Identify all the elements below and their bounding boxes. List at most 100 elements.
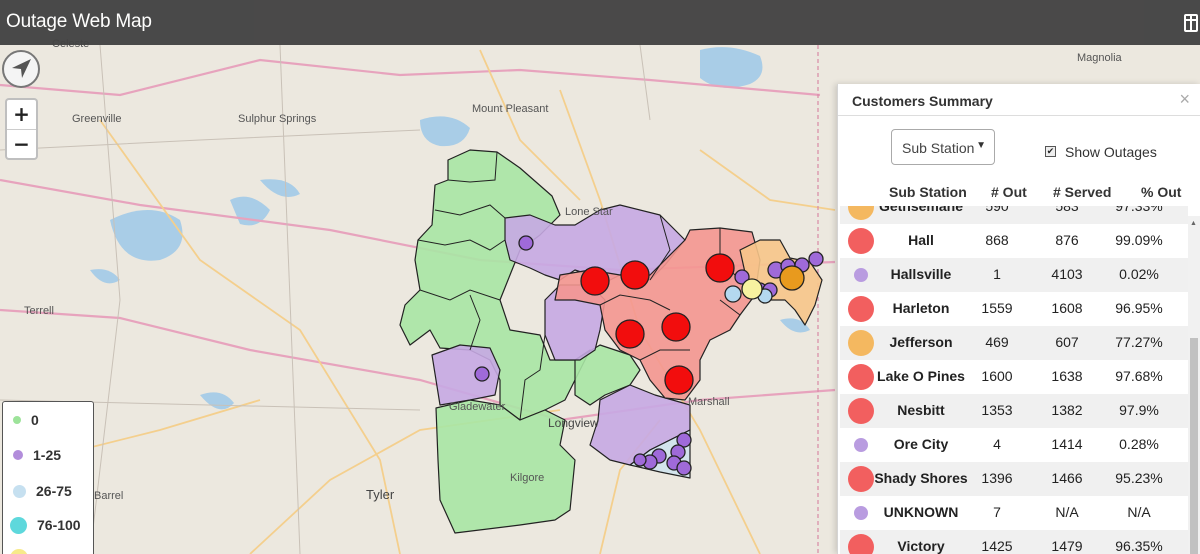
scrollbar-thumb[interactable] xyxy=(1190,338,1198,554)
substation-name: Ore City xyxy=(893,436,949,452)
scroll-up-arrow-icon[interactable]: ▲ xyxy=(1190,220,1197,227)
table-row[interactable]: Shady Shores 1396 1466 95.23% xyxy=(840,462,1188,496)
served-count: 1479 xyxy=(1051,538,1083,554)
marker-red xyxy=(615,319,645,349)
place-label: Tyler xyxy=(366,487,395,502)
percent-out: 97.33% xyxy=(1115,206,1163,214)
place-label: Magnolia xyxy=(1077,52,1123,64)
legend-label: 1-25 xyxy=(33,447,62,463)
summary-table-body: Gethsemane 590 583 97.33% Hall 868 876 99.09% Ha… xyxy=(838,206,1188,554)
table-row[interactable]: Jefferson 469 607 77.27% xyxy=(840,326,1188,360)
close-icon[interactable]: × xyxy=(1179,89,1190,110)
out-count: 868 xyxy=(985,232,1009,248)
chevron-down-icon: ▼ xyxy=(976,140,986,151)
legend-label: 26-75 xyxy=(36,483,72,499)
legend-item: 76-100 xyxy=(10,515,81,535)
out-count: 1600 xyxy=(981,368,1013,384)
place-label: Kilgore xyxy=(510,472,544,484)
substation-name: Hall xyxy=(908,232,934,248)
marker-red xyxy=(620,260,650,290)
legend-swatch-0 xyxy=(13,416,21,424)
table-row[interactable]: Victory 1425 1479 96.35% xyxy=(840,530,1188,554)
table-row[interactable]: Nesbitt 1353 1382 97.9% xyxy=(840,394,1188,428)
out-count: 590 xyxy=(985,206,1009,214)
show-outages-checkbox[interactable]: ✔ xyxy=(1045,146,1056,157)
legend-item: 1-25 xyxy=(13,445,61,465)
legend-swatch-2 xyxy=(13,484,26,498)
out-count: 1 xyxy=(993,266,1001,282)
marker-purple xyxy=(808,251,824,267)
column-header-served[interactable]: # Served xyxy=(1053,184,1111,200)
percent-out: 96.35% xyxy=(1115,538,1163,554)
legend-label: 0 xyxy=(31,412,39,428)
substation-name: Hallsville xyxy=(890,266,952,282)
legend-item: 26-75 xyxy=(13,481,72,501)
table-row[interactable]: Gethsemane 590 583 97.33% xyxy=(840,206,1188,224)
out-count: 1425 xyxy=(981,538,1013,554)
substation-name: Harleton xyxy=(892,300,950,316)
out-count: 7 xyxy=(993,504,1001,520)
out-count: 1353 xyxy=(981,402,1013,418)
served-count: 607 xyxy=(1055,334,1079,350)
table-row[interactable]: Hallsville 1 4103 0.02% xyxy=(840,258,1188,292)
panel-header: Customers Summary × xyxy=(838,84,1200,116)
marker-purple xyxy=(676,460,692,476)
zoom-control: + − xyxy=(5,98,38,160)
legend-swatch-3 xyxy=(10,516,27,534)
marker-red xyxy=(580,266,610,296)
percent-out: 95.23% xyxy=(1115,470,1163,486)
group-by-select[interactable]: Sub Station ▼ xyxy=(891,129,995,165)
group-by-value: Sub Station xyxy=(902,140,975,156)
column-header-substation[interactable]: Sub Station xyxy=(889,184,967,200)
substation-name: Gethsemane xyxy=(878,206,964,214)
marker-purple xyxy=(518,235,534,251)
table-row[interactable]: Hall 868 876 99.09% xyxy=(840,224,1188,258)
percent-out: 96.95% xyxy=(1115,300,1163,316)
table-row[interactable]: Lake O Pines 1600 1638 97.68% xyxy=(840,360,1188,394)
table-row[interactable]: UNKNOWN 7 N/A N/A xyxy=(840,496,1188,530)
percent-out: 97.9% xyxy=(1119,402,1159,418)
place-label: Barrel xyxy=(94,490,123,502)
percent-out: N/A xyxy=(1127,504,1151,520)
table-icon[interactable] xyxy=(1184,14,1198,32)
substation-name: Jefferson xyxy=(889,334,953,350)
served-count: 876 xyxy=(1055,232,1079,248)
marker-red xyxy=(705,253,735,283)
place-label: Gladewater xyxy=(449,401,506,413)
percent-out: 97.68% xyxy=(1115,368,1163,384)
substation-name: Lake O Pines xyxy=(877,368,965,384)
column-header-out[interactable]: # Out xyxy=(991,184,1027,200)
show-outages-label[interactable]: Show Outages xyxy=(1065,144,1157,160)
legend-swatch-4 xyxy=(10,549,28,554)
marker-yellow xyxy=(741,278,763,300)
zoom-out-button[interactable]: − xyxy=(7,129,36,158)
table-row[interactable]: Harleton 1559 1608 96.95% xyxy=(840,292,1188,326)
percent-out: 99.09% xyxy=(1115,232,1163,248)
marker-blue xyxy=(724,285,742,303)
zoom-in-button[interactable]: + xyxy=(7,100,36,129)
table-scrollbar[interactable]: ▲ xyxy=(1188,216,1200,554)
legend-label: 76-100 xyxy=(37,517,81,533)
locate-button[interactable] xyxy=(2,50,40,88)
table-row[interactable]: Ore City 4 1414 0.28% xyxy=(840,428,1188,462)
out-count: 469 xyxy=(985,334,1009,350)
column-header-pct[interactable]: % Out xyxy=(1141,184,1181,200)
substation-name: Shady Shores xyxy=(874,470,968,486)
app-title: Outage Web Map xyxy=(6,11,152,32)
served-count: 1414 xyxy=(1051,436,1083,452)
place-label: Greenville xyxy=(72,113,122,125)
place-label: Terrell xyxy=(24,305,54,317)
marker-red xyxy=(661,312,691,342)
legend-item: 0 xyxy=(13,410,39,430)
substation-name: Victory xyxy=(897,538,945,554)
legend: 0 1-25 26-75 76-100 xyxy=(2,401,94,554)
percent-out: 77.27% xyxy=(1115,334,1163,350)
place-label: Mount Pleasant xyxy=(472,103,548,115)
substation-name: UNKNOWN xyxy=(883,504,959,520)
place-label: Marshall xyxy=(688,396,730,408)
out-count: 1559 xyxy=(981,300,1013,316)
marker-red xyxy=(664,365,694,395)
served-count: N/A xyxy=(1055,504,1079,520)
served-count: 1382 xyxy=(1051,402,1083,418)
legend-swatch-1 xyxy=(13,450,23,460)
